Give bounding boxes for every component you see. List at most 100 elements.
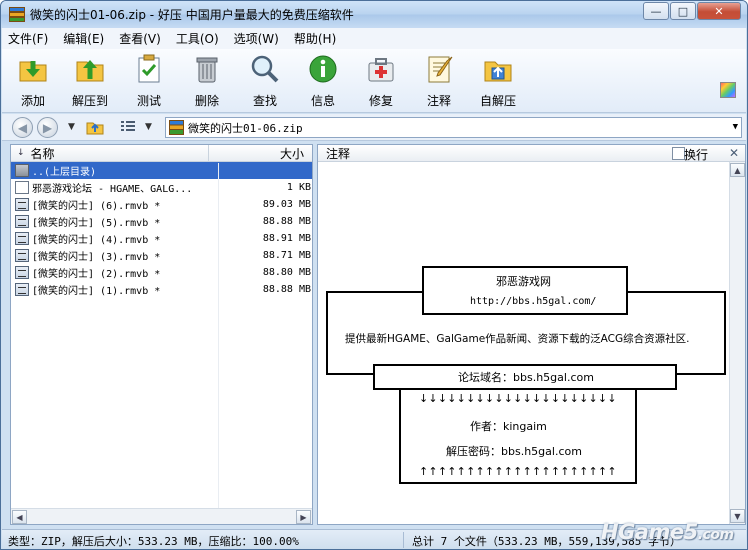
password-text: 解压密码：bbs.h5gal.com [446,445,582,458]
find-button[interactable]: 查找 [239,53,291,109]
app-icon [9,6,25,23]
file-size: 1 KB [286,182,311,193]
scroll-up-button[interactable]: ▲ [730,163,745,177]
comment-button[interactable]: 注释 [413,53,465,109]
back-button[interactable]: ◀ [12,117,33,138]
scroll-right-button[interactable]: ▶ [296,510,311,524]
file-list: ..(上层目录) 邪恶游戏论坛 - HGAME、GALG... 1 KB [微笑的闪士… [11,162,312,298]
name-column-header[interactable]: ↓ 名称 [11,145,209,161]
info-button[interactable]: 信息 [297,53,349,109]
file-row[interactable]: [微笑的闪士] (1).rmvb * 88.88 MB [11,281,312,298]
site-url-text: http://bbs.h5gal.com/ [470,296,597,307]
file-name: [微笑的闪士] (5).rmvb * [32,218,161,229]
name-column-label: 名称 [30,146,55,161]
add-label: 添加 [20,94,45,108]
text-file-icon [15,181,29,194]
zip-icon [169,120,184,135]
magnifier-icon [251,55,279,83]
test-label: 测试 [136,94,161,108]
file-name: [微笑的闪士] (1).rmvb * [32,286,161,297]
back-arrow-icon: ◀ [17,120,28,135]
menu-help[interactable]: 帮助(H) [294,30,336,47]
file-name: [微笑的闪士] (6).rmvb * [32,201,161,212]
file-name: ..(上层目录) [32,167,97,178]
author-text: 作者：kingaim [470,420,547,433]
theme-icon[interactable] [720,82,736,98]
size-column-label: 大小 [279,146,304,161]
file-row[interactable]: [微笑的闪士] (2).rmvb * 88.80 MB [11,264,312,281]
comment-pane: 注释 换行 ✕ 邪恶游戏网 http://bbs.h5gal.com/ 提供最新… [317,144,746,525]
file-name: [微笑的闪士] (4).rmvb * [32,235,161,246]
video-file-icon [15,232,29,245]
file-list-pane: ↓ 名称 大小 ..(上层目录) 邪恶游戏论坛 - HGAME、GALG... 1 K… [10,144,313,525]
wrap-label: 换行 [683,148,708,162]
comment-icon [428,56,453,83]
watermark-main: HGame5 [601,520,698,544]
file-name: 邪恶游戏论坛 - HGAME、GALG... [32,184,193,195]
toolbar: 添加 解压到 测试 删除 查找 信息 修复 注释 自解压 [2,49,746,113]
address-bar: ◀ ▶ ▼ ▼ 微笑的闪士01-06.zip ▼ [2,114,746,141]
file-size: 88.80 MB [262,267,311,278]
path-field[interactable]: 微笑的闪士01-06.zip ▼ [165,117,742,138]
file-name: [微笑的闪士] (3).rmvb * [32,252,161,263]
menu-view[interactable]: 查看(V) [119,30,161,47]
menu-options[interactable]: 选项(W) [234,30,279,47]
menu-tools[interactable]: 工具(O) [176,30,219,47]
comment-content: 邪恶游戏网 http://bbs.h5gal.com/ 提供最新HGAME、Ga… [318,163,729,525]
site-name-text: 邪恶游戏网 [496,275,551,288]
watermark-logo: HGame5.com [601,520,734,544]
view-dropdown-icon[interactable]: ▼ [145,122,152,132]
forward-button[interactable]: ▶ [37,117,58,138]
info-icon [309,55,337,83]
sfx-button[interactable]: 自解压 [472,53,524,109]
file-row[interactable]: ..(上层目录) [11,162,312,179]
add-button[interactable]: 添加 [7,53,59,109]
file-row[interactable]: [微笑的闪士] (4).rmvb * 88.91 MB [11,230,312,247]
video-file-icon [15,198,29,211]
file-row[interactable]: [微笑的闪士] (3).rmvb * 88.71 MB [11,247,312,264]
comment-pane-title: 注释 [326,146,351,161]
comment-label: 注释 [426,94,451,108]
history-dropdown-icon[interactable]: ▼ [68,122,75,132]
video-file-icon [15,249,29,262]
comment-close-button[interactable]: ✕ [729,146,739,160]
view-mode-icon[interactable] [120,120,136,134]
scroll-left-button[interactable]: ◀ [12,510,27,524]
find-label: 查找 [252,94,277,108]
delete-button[interactable]: 删除 [181,53,233,109]
file-row[interactable]: [微笑的闪士] (5).rmvb * 88.88 MB [11,213,312,230]
horizontal-scrollbar[interactable]: ◀ ▶ [11,508,312,524]
sfx-label: 自解压 [479,94,516,108]
menu-bar: 文件(F) 编辑(E) 查看(V) 工具(O) 选项(W) 帮助(H) [2,28,746,49]
up-arrows: ↑↑↑↑↑↑↑↑↑↑↑↑↑↑↑↑↑↑↑↑↑ [419,465,617,478]
file-name: [微笑的闪士] (2).rmvb * [32,269,161,280]
extract-icon [76,60,104,82]
file-size: 88.91 MB [262,233,311,244]
delete-label: 删除 [194,94,219,108]
path-dropdown-icon[interactable]: ▼ [733,122,738,132]
close-button[interactable]: ✕ [697,2,741,20]
status-archive-info: 类型：ZIP，解压后大小：533.23 MB，压缩比：100.00% [8,535,299,548]
comment-pane-header: 注释 换行 ✕ [318,145,745,162]
vertical-scrollbar[interactable]: ▲ ▼ [729,162,745,524]
file-row[interactable]: [微笑的闪士] (6).rmvb * 89.03 MB [11,196,312,213]
info-label: 信息 [310,94,335,108]
size-column-header[interactable]: 大小 [209,145,312,161]
path-text: 微笑的闪士01-06.zip [188,121,303,135]
maximize-button[interactable]: □ [670,2,696,20]
file-row[interactable]: 邪恶游戏论坛 - HGAME、GALG... 1 KB [11,179,312,196]
window-title: 微笑的闪士01-06.zip - 好压 中国用户量最大的免费压缩软件 [30,8,354,22]
title-bar[interactable]: 微笑的闪士01-06.zip - 好压 中国用户量最大的免费压缩软件 — □ ✕ [1,1,747,28]
add-icon [19,61,47,82]
menu-edit[interactable]: 编辑(E) [63,30,104,47]
test-button[interactable]: 测试 [123,53,175,109]
up-folder-icon[interactable] [86,119,104,135]
down-arrows: ↓↓↓↓↓↓↓↓↓↓↓↓↓↓↓↓↓↓↓↓↓ [419,392,617,405]
extract-button[interactable]: 解压到 [64,53,116,109]
repair-label: 修复 [368,94,393,108]
minimize-button[interactable]: — [643,2,669,20]
repair-icon [368,58,394,82]
menu-file[interactable]: 文件(F) [8,30,48,47]
test-icon [138,54,160,83]
repair-button[interactable]: 修复 [355,53,407,109]
